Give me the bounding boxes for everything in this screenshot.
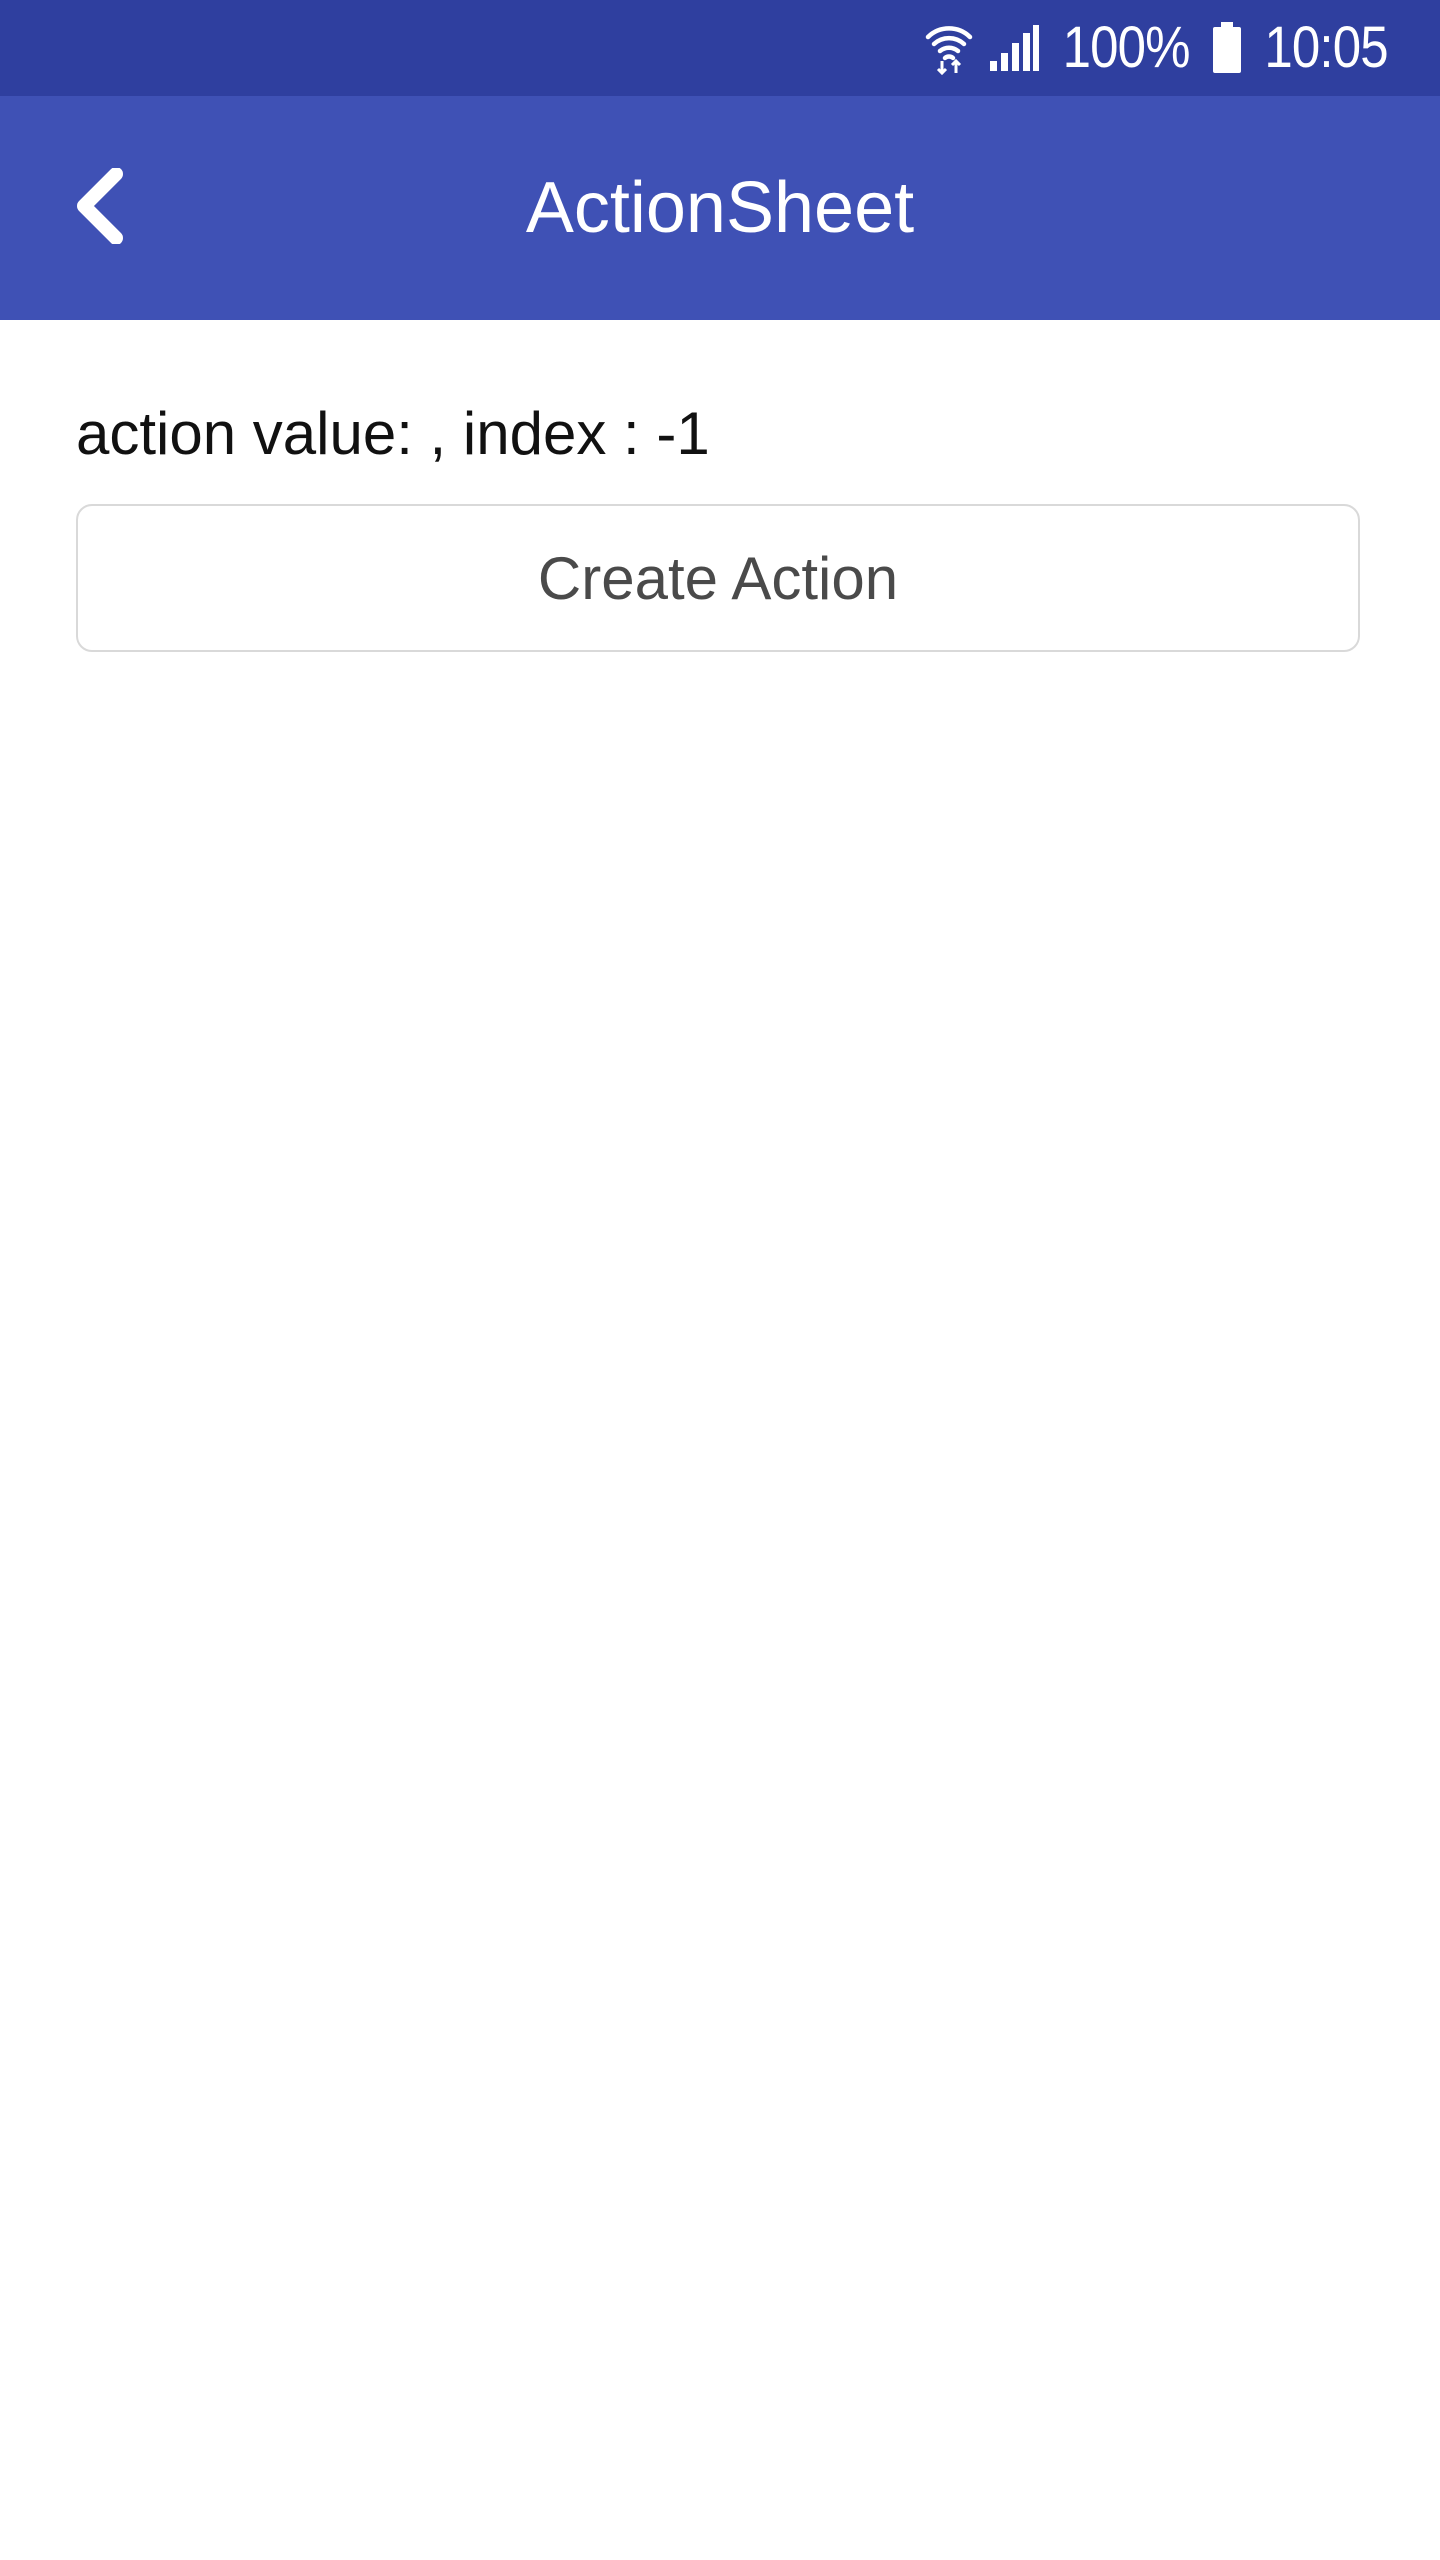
battery-icon <box>1212 22 1242 74</box>
app-bar: ActionSheet <box>0 96 1440 320</box>
wifi-icon <box>924 21 974 75</box>
status-bar: 100% 10:05 <box>0 0 1440 96</box>
battery-percent: 100% <box>1062 15 1190 80</box>
signal-icon <box>988 23 1040 73</box>
page-title: ActionSheet <box>525 168 915 248</box>
create-action-label: Create Action <box>537 544 899 612</box>
screen: 100% 10:05 ActionSheet action value: , i… <box>0 0 1440 2560</box>
create-action-button[interactable]: Create Action <box>76 504 1360 652</box>
status-icons: 100% 10:05 <box>924 0 1397 96</box>
action-result-text: action value: , index : -1 <box>76 400 710 467</box>
main-content: action value: , index : -1 Create Action <box>76 320 1364 652</box>
back-button[interactable] <box>40 148 160 268</box>
clock-time: 10:05 <box>1264 15 1388 80</box>
chevron-left-icon <box>70 166 130 249</box>
